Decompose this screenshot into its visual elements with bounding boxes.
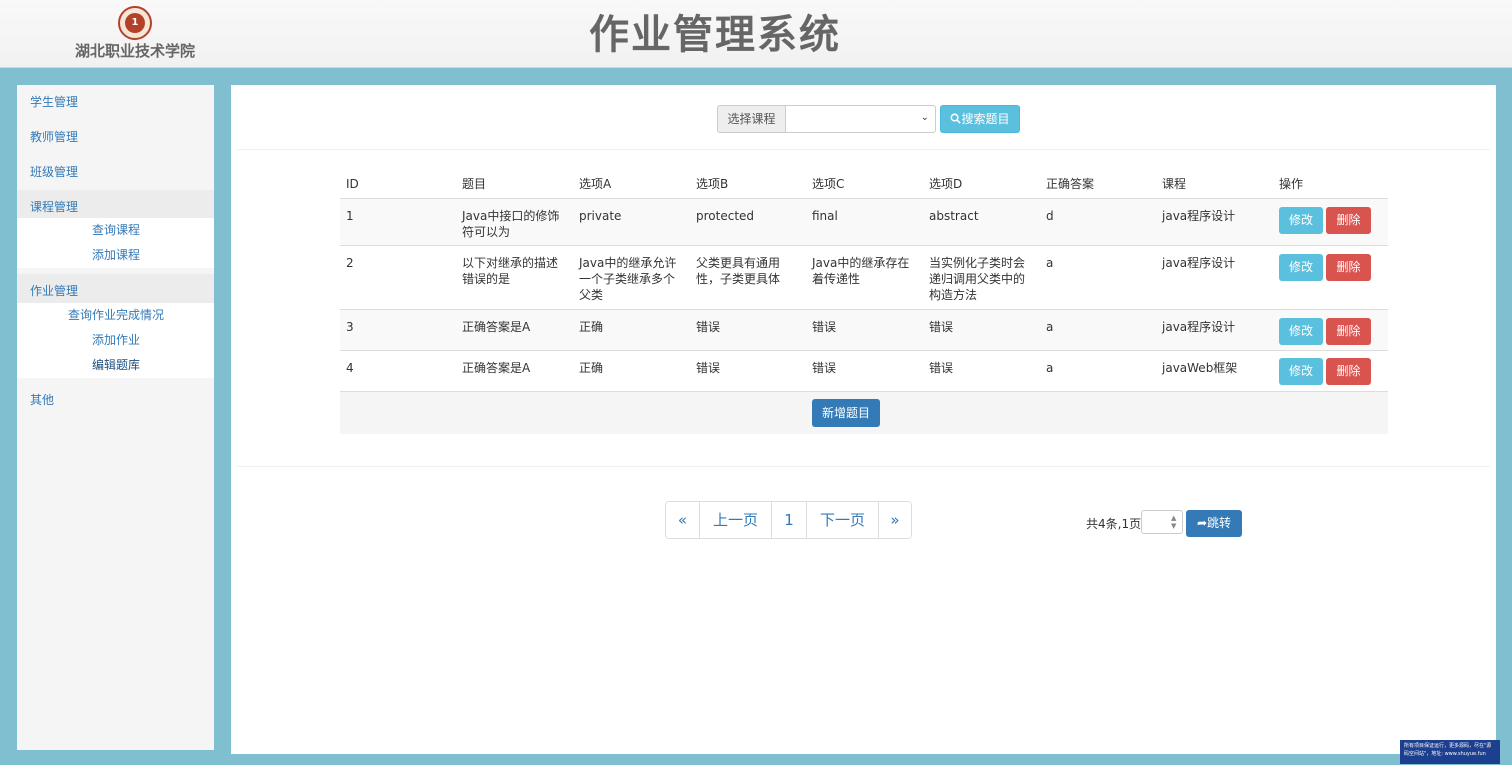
cell-option-a: 正确 <box>579 361 604 375</box>
column-header-question: 题目 <box>462 177 487 191</box>
cell-option-a: private <box>579 209 622 223</box>
cell-id: 1 <box>346 209 354 223</box>
table-row: 1 Java中接口的修饰符可以为 private protected final… <box>340 198 1388 245</box>
page-title: 作业管理系统 <box>589 12 841 58</box>
edit-button[interactable]: 修改 <box>1279 207 1323 234</box>
school-logo: 1 <box>118 6 152 40</box>
delete-button[interactable]: 删除 <box>1326 207 1371 234</box>
edit-button[interactable]: 修改 <box>1279 254 1323 281</box>
school-logo-emblem: 1 <box>125 13 145 33</box>
sidebar-nav: 学生管理 教师管理 班级管理 课程管理 查询课程 添加课程 作业管理 查询作业完… <box>17 85 214 750</box>
course-select-label: 选择课程 <box>717 105 785 133</box>
cell-course: java程序设计 <box>1162 320 1236 334</box>
cell-answer: d <box>1046 209 1054 223</box>
cell-option-b: 错误 <box>696 320 721 334</box>
cell-question: 以下对继承的描述错误的是 <box>462 256 559 286</box>
page-next-button[interactable]: 下一页 <box>806 502 878 538</box>
jump-button-label: 跳转 <box>1207 516 1232 530</box>
jump-button[interactable]: ➦跳转 <box>1186 510 1242 537</box>
sidebar-subitem-add-homework[interactable]: 添加作业 <box>17 328 214 353</box>
course-search-bar: 选择课程 ⌄ 搜索题目 <box>717 105 1020 133</box>
sidebar-item-class-mgmt[interactable]: 班级管理 <box>17 155 214 189</box>
cell-question: 正确答案是A <box>462 361 531 375</box>
divider <box>237 149 1490 150</box>
page-first-button[interactable]: « <box>666 502 699 538</box>
delete-button[interactable]: 删除 <box>1326 358 1371 385</box>
cell-course: javaWeb框架 <box>1162 361 1238 375</box>
cell-option-d: 当实例化子类时会递归调用父类中的构造方法 <box>929 256 1026 302</box>
cell-answer: a <box>1046 361 1054 375</box>
divider <box>237 466 1490 467</box>
cell-option-d: 错误 <box>929 320 954 334</box>
column-header-actions: 操作 <box>1279 177 1304 191</box>
cell-option-d: abstract <box>929 209 979 223</box>
sidebar-item-student-mgmt[interactable]: 学生管理 <box>17 85 214 119</box>
cell-option-c: Java中的继承存在着传递性 <box>812 256 910 286</box>
column-header-option-c: 选项C <box>812 177 845 191</box>
sidebar-subitem-query-course[interactable]: 查询课程 <box>17 218 214 243</box>
column-header-answer: 正确答案 <box>1046 177 1095 191</box>
cell-course: java程序设计 <box>1162 209 1236 223</box>
app-header: 1 湖北职业技术学院 作业管理系统 <box>0 0 1512 68</box>
pagination-summary: 共4条,1页 <box>1086 517 1142 531</box>
cell-option-b: 父类更具有通用性，子类更具体 <box>696 256 781 286</box>
search-questions-button[interactable]: 搜索题目 <box>940 105 1020 133</box>
cell-question: Java中接口的修饰符可以为 <box>462 209 560 239</box>
cell-option-b: protected <box>696 209 755 223</box>
cell-option-c: 错误 <box>812 361 837 375</box>
cell-id: 3 <box>346 320 354 334</box>
sidebar-item-other[interactable]: 其他 <box>17 383 214 417</box>
edit-button[interactable]: 修改 <box>1279 318 1323 345</box>
cell-question: 正确答案是A <box>462 320 531 334</box>
page-number-button[interactable]: 1 <box>771 502 806 538</box>
cell-id: 4 <box>346 361 354 375</box>
table-row: 2 以下对继承的描述错误的是 Java中的继承允许一个子类继承多个父类 父类更具… <box>340 245 1388 309</box>
search-icon <box>951 113 962 124</box>
course-select[interactable]: ⌄ <box>785 105 936 133</box>
cell-answer: a <box>1046 256 1054 270</box>
page-prev-button[interactable]: 上一页 <box>699 502 771 538</box>
cell-option-b: 错误 <box>696 361 721 375</box>
cell-option-a: Java中的继承允许一个子类继承多个父类 <box>579 256 677 302</box>
share-arrow-icon: ➦ <box>1196 516 1208 530</box>
column-header-course: 课程 <box>1162 177 1187 191</box>
table-header: ID 题目 选项A 选项B 选项C 选项D 正确答案 课程 操作 <box>340 170 1388 198</box>
delete-button[interactable]: 删除 <box>1326 254 1371 281</box>
search-button-label: 搜索题目 <box>961 112 1010 126</box>
cell-option-a: 正确 <box>579 320 604 334</box>
table-row: 4 正确答案是A 正确 错误 错误 错误 a javaWeb框架 修改 删除 <box>340 350 1388 391</box>
column-header-option-d: 选项D <box>929 177 963 191</box>
cell-option-c: 错误 <box>812 320 837 334</box>
school-name: 湖北职业技术学院 <box>74 42 195 60</box>
cell-answer: a <box>1046 320 1054 334</box>
add-question-button[interactable]: 新增题目 <box>812 399 880 427</box>
cell-id: 2 <box>346 256 354 270</box>
table-row: 3 正确答案是A 正确 错误 错误 错误 a java程序设计 修改 删除 <box>340 309 1388 350</box>
cell-course: java程序设计 <box>1162 256 1236 270</box>
column-header-option-b: 选项B <box>696 177 729 191</box>
watermark-box: 所有项目保证运行，更多源码，尽在"源码空间站"，地址: www.shuyue.f… <box>1400 740 1500 764</box>
cell-option-d: 错误 <box>929 361 954 375</box>
column-header-id: ID <box>346 177 359 191</box>
question-table: ID 题目 选项A 选项B 选项C 选项D 正确答案 课程 操作 1 Java中… <box>340 170 1388 434</box>
chevron-down-icon: ⌄ <box>920 112 929 123</box>
spinner-icon[interactable]: ▲ ▼ <box>1171 514 1179 530</box>
jump-page-input[interactable]: ▲ ▼ <box>1141 510 1183 534</box>
sidebar-subitem-query-homework-status[interactable]: 查询作业完成情况 <box>17 303 214 328</box>
cell-option-c: final <box>812 209 838 223</box>
sidebar-subitem-edit-question-bank[interactable]: 编辑题库 <box>17 353 214 378</box>
column-header-option-a: 选项A <box>579 177 612 191</box>
page-last-button[interactable]: » <box>878 502 911 538</box>
main-content: 选择课程 ⌄ 搜索题目 ID 题目 选项A 选项B 选项C 选项D 正确答案 课… <box>231 85 1496 754</box>
sidebar-subitem-add-course[interactable]: 添加课程 <box>17 243 214 268</box>
edit-button[interactable]: 修改 <box>1279 358 1323 385</box>
sidebar-item-teacher-mgmt[interactable]: 教师管理 <box>17 120 214 154</box>
pagination: « 上一页 1 下一页 » <box>665 501 912 539</box>
delete-button[interactable]: 删除 <box>1326 318 1371 345</box>
table-footer: 新增题目 <box>340 391 1388 434</box>
